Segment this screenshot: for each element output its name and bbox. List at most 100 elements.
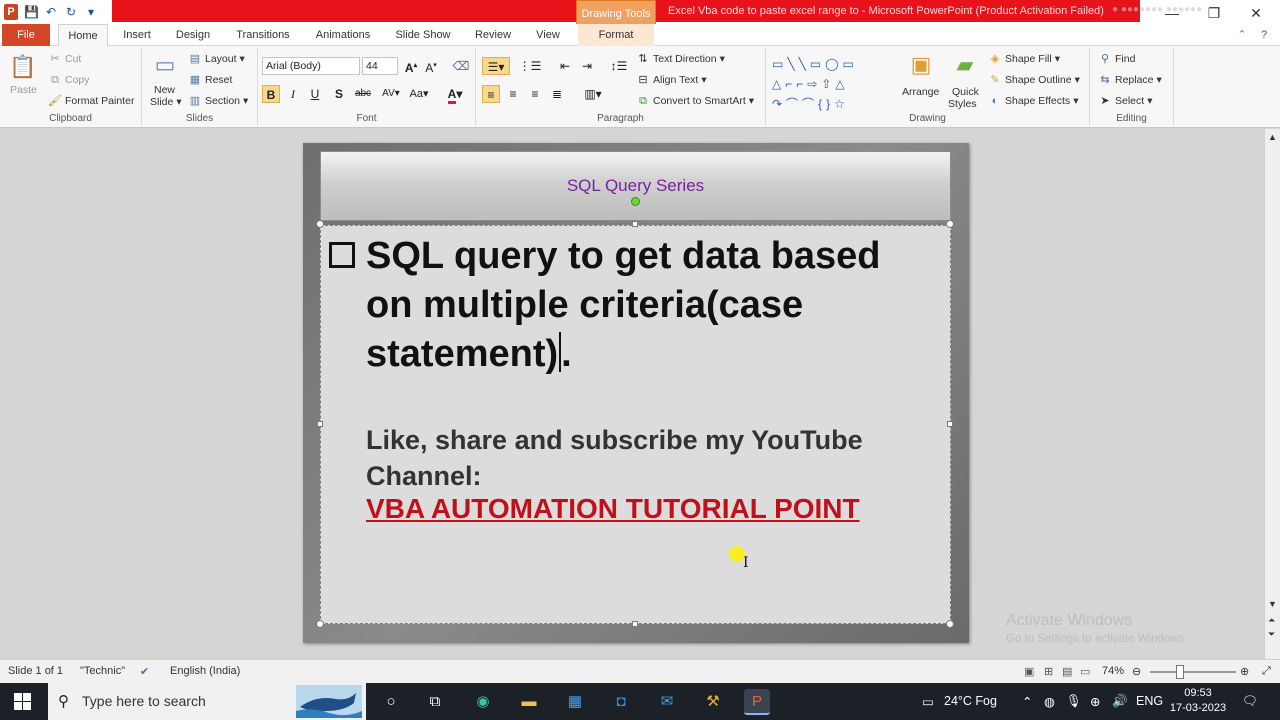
- shrink-font-icon[interactable]: A▾: [422, 57, 440, 75]
- reading-view-icon[interactable]: ▤: [1062, 665, 1072, 678]
- section-button[interactable]: ▥ Section ▾: [188, 94, 249, 108]
- italic-button[interactable]: I: [284, 85, 302, 103]
- network-icon[interactable]: ⊕: [1090, 694, 1100, 709]
- arrange-button[interactable]: Arrange: [902, 86, 939, 98]
- font-color-button[interactable]: A▾: [442, 85, 468, 104]
- scroll-down-icon[interactable]: ▼: [1268, 599, 1277, 609]
- align-text-button[interactable]: ⊟ Align Text ▾: [636, 73, 706, 87]
- align-center-icon[interactable]: ≡: [504, 85, 522, 103]
- character-spacing-button[interactable]: AV▾: [378, 85, 404, 103]
- meet-now-icon[interactable]: ◍: [1044, 694, 1055, 709]
- font-size-select[interactable]: 44: [362, 57, 398, 75]
- new-slide-icon[interactable]: ▭: [150, 50, 180, 80]
- minimize-ribbon-icon[interactable]: ⌃: [1234, 24, 1250, 46]
- channel-link[interactable]: VBA AUTOMATION TUTORIAL POINT: [366, 493, 860, 525]
- zoom-out-icon[interactable]: ⊖: [1132, 665, 1141, 678]
- justify-icon[interactable]: ≣: [548, 85, 566, 103]
- tab-review[interactable]: Review: [466, 24, 520, 46]
- new-slide-label-2[interactable]: Slide ▾: [150, 96, 182, 108]
- zoom-slider-thumb[interactable]: [1176, 665, 1184, 679]
- vertical-scrollbar[interactable]: ▲ ▼ ⏶ ⏷: [1264, 129, 1280, 659]
- fit-to-window-icon[interactable]: ⤢: [1262, 665, 1271, 678]
- resize-handle[interactable]: [946, 620, 954, 628]
- resize-handle[interactable]: [632, 221, 638, 227]
- line-spacing-icon[interactable]: ↕☰: [606, 57, 632, 75]
- zoom-slider[interactable]: [1150, 671, 1236, 673]
- resize-handle[interactable]: [632, 621, 638, 627]
- strikethrough-button[interactable]: abc: [352, 85, 374, 103]
- font-name-select[interactable]: Arial (Body): [262, 57, 360, 75]
- file-explorer-icon[interactable]: ▬: [516, 689, 542, 715]
- shadow-button[interactable]: S: [330, 85, 348, 103]
- bullets-icon[interactable]: ☰▾: [482, 57, 510, 75]
- cortana-icon[interactable]: ○: [378, 689, 404, 715]
- undo-icon[interactable]: ↶: [44, 5, 58, 19]
- columns-icon[interactable]: ▥▾: [580, 85, 606, 103]
- close-button[interactable]: ✕: [1236, 0, 1276, 26]
- tools-app-icon[interactable]: ⚒: [700, 689, 726, 715]
- mail-icon[interactable]: ✉: [654, 689, 680, 715]
- resize-handle[interactable]: [947, 421, 953, 427]
- slide-sorter-icon[interactable]: ⊞: [1044, 665, 1053, 678]
- tab-design[interactable]: Design: [168, 24, 218, 46]
- notifications-icon[interactable]: 🗨: [1242, 694, 1258, 709]
- language-indicator[interactable]: English (India): [170, 665, 240, 677]
- powerpoint-taskbar-icon[interactable]: P: [744, 689, 770, 715]
- microphone-icon[interactable]: 🎙: [1066, 694, 1082, 709]
- save-icon[interactable]: 💾: [24, 5, 39, 19]
- layout-button[interactable]: ▤ Layout ▾: [188, 52, 245, 66]
- input-language[interactable]: ENG: [1136, 694, 1163, 708]
- help-icon[interactable]: ?: [1256, 24, 1272, 46]
- next-slide-icon[interactable]: ⏷: [1268, 629, 1275, 640]
- task-view-icon[interactable]: ⧉: [422, 689, 448, 715]
- tab-view[interactable]: View: [526, 24, 570, 46]
- shape-fill-button[interactable]: ◈ Shape Fill ▾: [988, 52, 1060, 66]
- tab-format[interactable]: Format: [578, 24, 654, 46]
- tray-overflow-icon[interactable]: ⌃: [1022, 694, 1032, 709]
- slide-content-placeholder[interactable]: SQL query to get data based on multiple …: [320, 225, 951, 624]
- shapes-gallery[interactable]: ▭╲╲▭◯▭ △⌐⌐⇨⇧△ ↷⌒⌒{}☆: [772, 54, 888, 114]
- quick-styles-label-2[interactable]: Styles: [948, 98, 977, 110]
- new-slide-label-1[interactable]: New: [154, 84, 175, 96]
- numbering-icon[interactable]: ⋮☰: [516, 57, 544, 75]
- rotation-handle[interactable]: [631, 197, 640, 206]
- powerpoint-app-icon[interactable]: P: [4, 4, 18, 20]
- copy-button[interactable]: ⧉ Copy: [48, 73, 89, 87]
- increase-indent-icon[interactable]: ⇥: [578, 57, 596, 75]
- tab-home[interactable]: Home: [58, 24, 108, 46]
- cut-button[interactable]: ✂ Cut: [48, 52, 81, 66]
- resize-handle[interactable]: [316, 220, 324, 228]
- subscribe-text[interactable]: Like, share and subscribe my YouTube Cha…: [366, 422, 936, 494]
- clear-formatting-icon[interactable]: ⌫: [452, 57, 470, 75]
- minimize-button[interactable]: —: [1152, 0, 1192, 26]
- normal-view-icon[interactable]: ▣: [1024, 665, 1034, 678]
- weather-text[interactable]: 24°C Fog: [944, 694, 997, 708]
- align-left-icon[interactable]: ≡: [482, 85, 500, 103]
- zoom-level[interactable]: 74%: [1102, 665, 1124, 677]
- format-painter-button[interactable]: 🖌 Format Painter: [48, 94, 134, 108]
- zoom-in-icon[interactable]: ⊕: [1240, 665, 1249, 678]
- text-direction-button[interactable]: ⇅ Text Direction ▾: [636, 52, 725, 66]
- bold-button[interactable]: B: [262, 85, 280, 103]
- tab-insert[interactable]: Insert: [114, 24, 160, 46]
- paste-button[interactable]: Paste: [10, 84, 37, 96]
- redo-icon[interactable]: ↻: [64, 5, 78, 19]
- tab-slide-show[interactable]: Slide Show: [390, 24, 456, 46]
- system-clock[interactable]: 09:53 17-03-2023: [1168, 686, 1228, 716]
- tab-transitions[interactable]: Transitions: [228, 24, 298, 46]
- slideshow-view-icon[interactable]: ▭: [1080, 665, 1090, 678]
- slide-canvas[interactable]: SQL Query Series SQL query to get data b…: [303, 143, 969, 643]
- main-bullet-text[interactable]: SQL query to get data based on multiple …: [366, 232, 936, 379]
- restore-button[interactable]: ❐: [1194, 0, 1234, 26]
- shape-effects-button[interactable]: ◐ Shape Effects ▾: [988, 94, 1079, 108]
- underline-button[interactable]: U: [306, 85, 324, 103]
- replace-button[interactable]: ⇆ Replace ▾: [1098, 73, 1161, 87]
- customize-qat-icon[interactable]: ▾: [84, 5, 98, 19]
- previous-slide-icon[interactable]: ⏶: [1268, 615, 1275, 626]
- edge-browser-icon[interactable]: ◉: [470, 689, 496, 715]
- reset-button[interactable]: ▦ Reset: [188, 73, 233, 87]
- slide-title-placeholder[interactable]: SQL Query Series: [320, 151, 951, 221]
- align-right-icon[interactable]: ≡: [526, 85, 544, 103]
- change-case-button[interactable]: Aa▾: [406, 85, 432, 103]
- find-button[interactable]: ⚲ Find: [1098, 52, 1135, 66]
